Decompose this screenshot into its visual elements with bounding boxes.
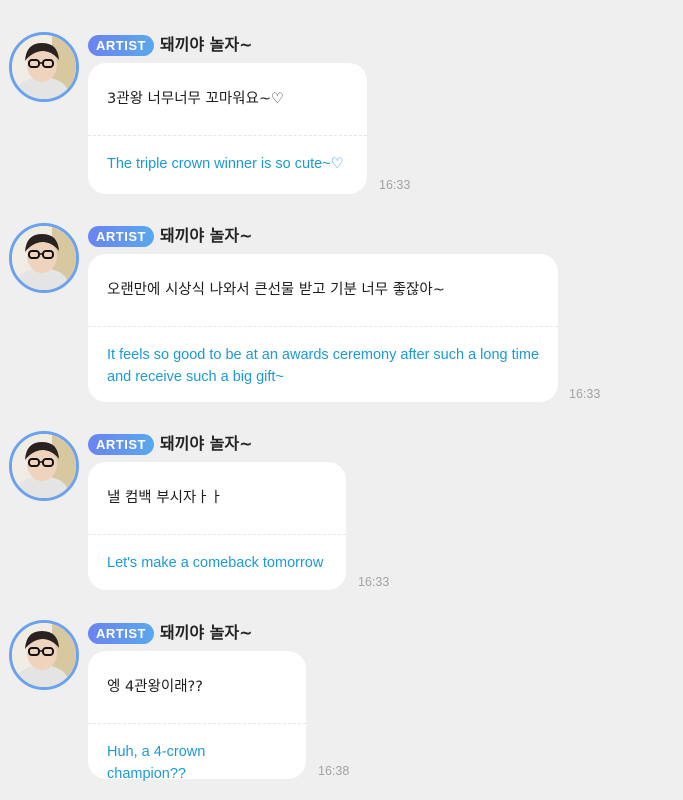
message-original-text: 엥 4관왕이래?? (107, 679, 203, 695)
message-original-text: 3관왕 너무너무 꼬마워요~♡ (107, 91, 284, 107)
sender-name: 돼끼야 놀자~ (160, 623, 253, 642)
avatar-photo (12, 226, 76, 290)
message-timestamp: 16:33 (379, 178, 411, 192)
message-translation-text: Huh, a 4-crown champion?? (107, 744, 206, 782)
message-timestamp: 16:33 (358, 575, 390, 589)
sender-name: 돼끼야 놀자~ (160, 434, 253, 453)
message-bubble[interactable]: 낼 컴백 부시자ㅏㅏ Let's make a comeback tomorro… (88, 462, 346, 590)
avatar-photo (12, 434, 76, 498)
avatar-photo (12, 35, 76, 99)
artist-avatar[interactable] (9, 32, 79, 102)
sender-name: 돼끼야 놀자~ (160, 35, 253, 54)
artist-badge: ARTIST (88, 434, 154, 455)
message-original-text: 오랜만에 시상식 나와서 큰선물 받고 기분 너무 좋잖아~ (107, 282, 445, 298)
message-bubble[interactable]: 오랜만에 시상식 나와서 큰선물 받고 기분 너무 좋잖아~ It feels … (88, 254, 558, 402)
bubble-divider (88, 723, 306, 724)
bubble-divider (88, 534, 346, 535)
artist-badge: ARTIST (88, 35, 154, 56)
artist-avatar[interactable] (9, 431, 79, 501)
chat-message: ARTIST 돼끼야 놀자~ 엥 4관왕이래?? Huh, a 4-crown … (0, 620, 683, 790)
artist-avatar[interactable] (9, 223, 79, 293)
message-translation-text: It feels so good to be at an awards cere… (107, 347, 540, 385)
message-timestamp: 16:38 (318, 764, 350, 778)
chat-message: ARTIST 돼끼야 놀자~ 낼 컴백 부시자ㅏㅏ Let's make a c… (0, 431, 683, 596)
bubble-divider (88, 135, 367, 136)
chat-message: ARTIST 돼끼야 놀자~ 오랜만에 시상식 나와서 큰선물 받고 기분 너무… (0, 223, 683, 408)
message-translation-text: Let's make a comeback tomorrow (107, 555, 324, 571)
message-bubble[interactable]: 엥 4관왕이래?? Huh, a 4-crown champion?? (88, 651, 306, 782)
artist-avatar[interactable] (9, 620, 79, 690)
bubble-divider (88, 326, 558, 327)
message-original-text: 낼 컴백 부시자ㅏㅏ (107, 490, 223, 506)
message-bubble[interactable]: 3관왕 너무너무 꼬마워요~♡ The triple crown winner … (88, 63, 367, 194)
chat-message: ARTIST 돼끼야 놀자~ 3관왕 너무너무 꼬마워요~♡ The tripl… (0, 32, 683, 202)
message-translation-text: The triple crown winner is so cute~♡ (107, 156, 344, 172)
message-timestamp: 16:33 (569, 387, 601, 401)
artist-badge: ARTIST (88, 623, 154, 644)
avatar-photo (12, 623, 76, 687)
sender-name: 돼끼야 놀자~ (160, 226, 253, 245)
artist-badge: ARTIST (88, 226, 154, 247)
